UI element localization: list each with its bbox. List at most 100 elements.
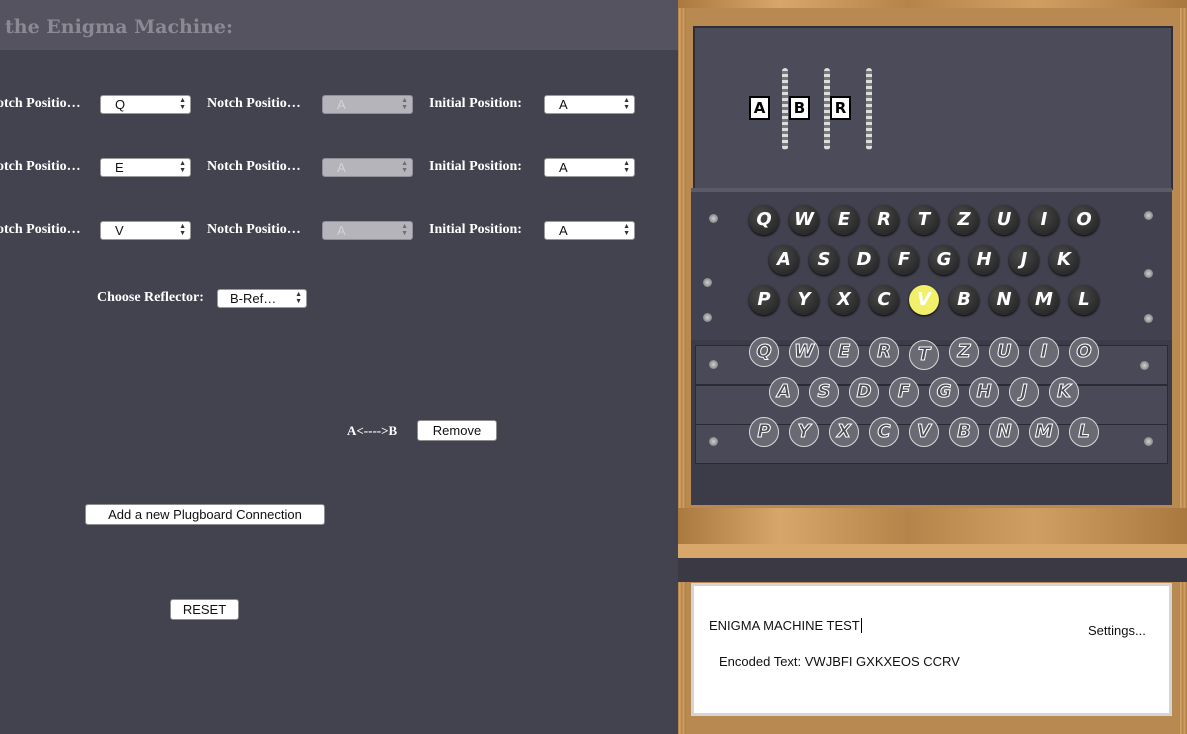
enigma-machine: A B R QWERTZUIOASDFGHJKPYXCVBNML QWERTZU…: [678, 0, 1187, 734]
lamp-x: X: [829, 417, 859, 447]
key-r[interactable]: R: [869, 205, 899, 235]
screw-icon: [703, 313, 712, 322]
screw-icon: [709, 437, 718, 446]
lamp-q: Q: [749, 337, 779, 367]
lamp-a: A: [769, 377, 799, 407]
key-g[interactable]: G: [929, 245, 959, 275]
screw-icon: [703, 278, 712, 287]
key-v[interactable]: V: [909, 285, 939, 315]
rotor2-notch2-select: A ▲ ▼: [322, 158, 413, 177]
lamp-g: G: [929, 377, 959, 407]
rotor1-notch-label: otch Positio…: [0, 96, 81, 111]
rotor-wheel-1[interactable]: [782, 68, 788, 150]
lamp-d: D: [849, 377, 879, 407]
rotor3-notch-label: otch Positio…: [0, 222, 81, 237]
rotor-window-2: B: [789, 96, 810, 120]
screw-icon: [1144, 314, 1153, 323]
key-a[interactable]: A: [769, 245, 799, 275]
key-c[interactable]: C: [869, 285, 899, 315]
screw-icon: [1144, 437, 1153, 446]
chevron-updown-icon: ▲ ▼: [623, 223, 630, 237]
key-f[interactable]: F: [889, 245, 919, 275]
wood-frame-middle: [678, 508, 1187, 544]
lamp-r: R: [869, 337, 899, 367]
add-plugboard-connection-button[interactable]: Add a new Plugboard Connection: [85, 504, 325, 525]
rotor3-notch-select[interactable]: V ▲ ▼: [100, 221, 191, 240]
lamp-n: N: [989, 417, 1019, 447]
screw-icon: [1140, 361, 1149, 370]
lamp-j: J: [1009, 377, 1039, 407]
machine-gap: [678, 558, 1187, 582]
key-p[interactable]: P: [749, 285, 779, 315]
key-w[interactable]: W: [789, 205, 819, 235]
key-u[interactable]: U: [989, 205, 1019, 235]
plugboard-connection-label: A<---->B: [347, 423, 398, 438]
chevron-updown-icon: ▲ ▼: [623, 97, 630, 111]
lamp-w: W: [789, 337, 819, 367]
rotor3-initial-label: Initial Position:: [429, 222, 522, 237]
wood-frame-left: [678, 0, 686, 734]
key-q[interactable]: Q: [749, 205, 779, 235]
chevron-updown-icon: ▲ ▼: [401, 97, 408, 111]
page-title: the Enigma Machine:: [5, 16, 233, 38]
rotor-window-1: A: [749, 96, 770, 120]
rotor3-initial-select[interactable]: A ▲ ▼: [544, 221, 635, 240]
rotor3-notch2-label: Notch Positio…: [207, 222, 301, 237]
lamp-e: E: [829, 337, 859, 367]
settings-link[interactable]: Settings...: [1088, 623, 1146, 638]
key-x[interactable]: X: [829, 285, 859, 315]
rotor2-initial-select[interactable]: A ▲ ▼: [544, 158, 635, 177]
encoded-text: Encoded Text: VWJBFI GXKXEOS CCRV: [719, 654, 960, 669]
rotor1-notch-select[interactable]: Q ▲ ▼: [100, 95, 191, 114]
screw-icon: [1144, 269, 1153, 278]
lamp-s: S: [809, 377, 839, 407]
reflector-select[interactable]: B-Ref… ▲ ▼: [217, 289, 307, 308]
lamp-h: H: [969, 377, 999, 407]
key-y[interactable]: Y: [789, 285, 819, 315]
key-b[interactable]: B: [949, 285, 979, 315]
key-e[interactable]: E: [829, 205, 859, 235]
rotor2-notch-select[interactable]: E ▲ ▼: [100, 158, 191, 177]
chevron-updown-icon: ▲ ▼: [401, 223, 408, 237]
key-z[interactable]: Z: [949, 205, 979, 235]
lamp-l: L: [1069, 417, 1099, 447]
rotor2-notch-label: otch Positio…: [0, 159, 81, 174]
remove-connection-button[interactable]: Remove: [417, 420, 497, 441]
reflector-label: Choose Reflector:: [97, 290, 204, 305]
chevron-updown-icon: ▲ ▼: [179, 223, 186, 237]
rotor1-initial-label: Initial Position:: [429, 96, 522, 111]
key-l[interactable]: L: [1069, 285, 1099, 315]
rotor1-notch2-select: A ▲ ▼: [322, 95, 413, 114]
screw-icon: [1144, 211, 1153, 220]
key-n[interactable]: N: [989, 285, 1019, 315]
rotor3-notch2-select: A ▲ ▼: [322, 221, 413, 240]
key-i[interactable]: I: [1029, 205, 1059, 235]
chevron-updown-icon: ▲ ▼: [179, 97, 186, 111]
lamp-o: O: [1069, 337, 1099, 367]
rotor1-initial-select[interactable]: A ▲ ▼: [544, 95, 635, 114]
output-box: ENIGMA MACHINE TEST Settings... Encoded …: [691, 583, 1172, 716]
key-s[interactable]: S: [809, 245, 839, 275]
text-input[interactable]: ENIGMA MACHINE TEST: [709, 618, 862, 633]
lamp-t: T: [909, 340, 939, 370]
key-o[interactable]: O: [1069, 205, 1099, 235]
screw-icon: [709, 214, 718, 223]
key-t[interactable]: T: [909, 205, 939, 235]
key-m[interactable]: M: [1029, 285, 1059, 315]
key-j[interactable]: J: [1009, 245, 1039, 275]
key-h[interactable]: H: [969, 245, 999, 275]
lamp-f: F: [889, 377, 919, 407]
lamp-p: P: [749, 417, 779, 447]
key-d[interactable]: D: [849, 245, 879, 275]
lamp-k: K: [1049, 377, 1079, 407]
lamp-z: Z: [949, 337, 979, 367]
wood-frame-top: [678, 0, 1187, 8]
key-k[interactable]: K: [1049, 245, 1079, 275]
wood-ledge: [678, 544, 1187, 558]
lamp-i: I: [1029, 337, 1059, 367]
reset-button[interactable]: RESET: [170, 599, 239, 620]
wood-frame-right: [1179, 0, 1187, 734]
lamp-c: C: [869, 417, 899, 447]
rotor-wheel-3[interactable]: [866, 68, 872, 150]
lamp-b: B: [949, 417, 979, 447]
